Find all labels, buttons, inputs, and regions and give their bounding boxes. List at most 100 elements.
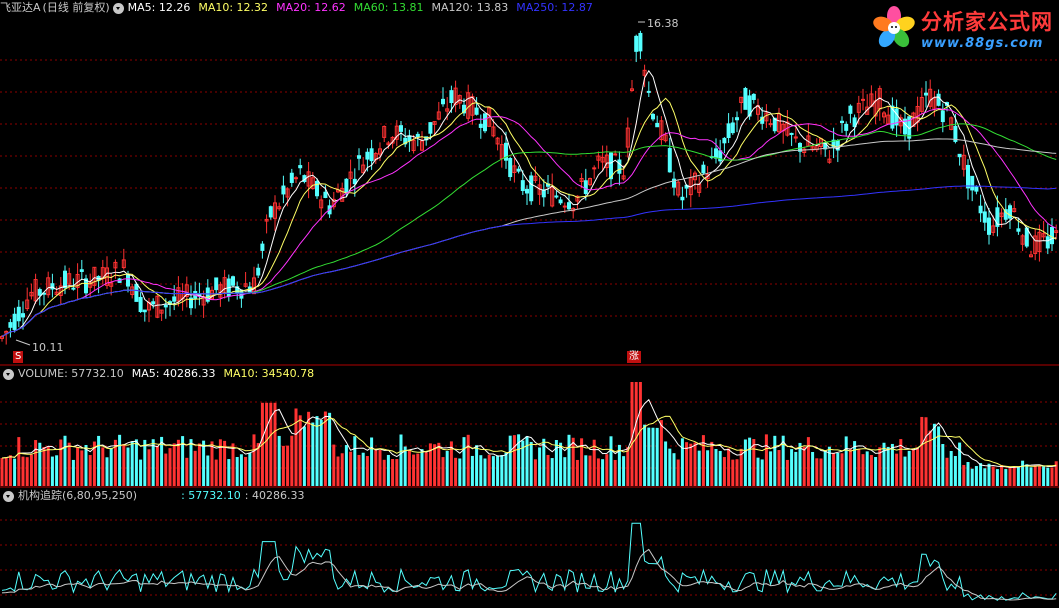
- candle-body: [638, 32, 643, 52]
- volume-bar: [290, 435, 294, 486]
- period-label: (日线 前复权): [42, 1, 110, 14]
- candle-body: [142, 309, 147, 313]
- volume-bar: [1029, 467, 1033, 486]
- volume-bar: [403, 446, 407, 486]
- candle-body: [701, 164, 706, 174]
- candle-body: [940, 110, 945, 123]
- candle-body: [12, 313, 17, 330]
- volume-bar: [395, 459, 399, 486]
- volume-bar: [265, 402, 269, 486]
- volume-bar: [697, 450, 701, 486]
- candle-body: [289, 172, 294, 183]
- candle-body: [260, 243, 265, 251]
- volume-bar: [588, 455, 592, 486]
- volume-bar: [445, 450, 449, 486]
- volume-bar: [344, 445, 348, 486]
- volume-bar: [189, 439, 193, 486]
- volume-bar: [231, 443, 235, 486]
- volume-bar: [462, 437, 466, 486]
- candle-body: [667, 148, 672, 173]
- volume-bar: [399, 434, 403, 486]
- volume-bar: [538, 447, 542, 486]
- candle-body: [16, 306, 21, 322]
- volume-bar: [676, 459, 680, 486]
- volume-bar: [504, 452, 508, 486]
- volume-bar: [991, 466, 995, 486]
- volume-bar: [634, 382, 638, 486]
- volume-bar: [227, 459, 231, 486]
- volume-bar: [210, 441, 214, 486]
- volume-bar: [710, 441, 714, 486]
- volume-bar: [71, 459, 75, 486]
- volume-bar: [953, 456, 957, 486]
- ma-label-2: MA20: 12.62: [276, 1, 346, 14]
- volume-bar: [962, 464, 966, 486]
- volume-bar: [979, 463, 983, 486]
- candle-body: [634, 35, 639, 52]
- volume-bar: [353, 436, 357, 486]
- volume-bar: [1037, 465, 1041, 486]
- candle-body: [714, 148, 718, 159]
- candle-body: [613, 153, 618, 156]
- candle-body: [399, 125, 403, 132]
- candle-body: [840, 120, 844, 124]
- volume-bar: [512, 435, 516, 486]
- candle-body: [415, 133, 420, 138]
- volume-bar: [869, 455, 873, 486]
- price-header: 飞亚达A (日线 前复权) MA5: 12.26 MA10: 12.32 MA20:…: [0, 0, 601, 16]
- volume-bar: [42, 447, 46, 486]
- low-pointer: [15, 339, 31, 346]
- stock-chart[interactable]: [0, 0, 1059, 608]
- volume-bar: [643, 424, 647, 486]
- candle-body: [8, 322, 13, 328]
- volume-bar: [777, 450, 781, 486]
- volume-bar: [59, 439, 63, 486]
- volume-bar: [790, 449, 794, 486]
- candle-body: [37, 289, 42, 296]
- volume-bar: [328, 412, 332, 486]
- volume-bar: [248, 452, 252, 486]
- volume-bar: [853, 441, 857, 486]
- volume-bar: [378, 449, 382, 486]
- candle-body: [957, 153, 962, 158]
- indicator-value1: : 57732.10: [181, 489, 241, 502]
- volume-bar: [4, 457, 8, 486]
- candle-body: [978, 205, 983, 214]
- volume-bar: [76, 447, 80, 486]
- indicator-dropdown-icon[interactable]: [3, 490, 14, 502]
- volume-bar: [655, 427, 659, 486]
- volume-bar: [1025, 464, 1029, 486]
- volume-bar: [277, 435, 281, 486]
- volume-bar: [861, 454, 865, 486]
- candle-body: [172, 296, 177, 302]
- candle-body: [441, 98, 445, 105]
- volume-bar: [176, 439, 180, 486]
- brand-name: 分析家公式网: [921, 9, 1053, 34]
- volume-bar: [214, 459, 218, 486]
- flower-logo-icon: [873, 6, 915, 48]
- candle-body: [722, 137, 727, 144]
- volume-bar: [34, 440, 38, 486]
- volume-bar: [63, 435, 67, 486]
- volume-bar: [416, 453, 420, 486]
- volume-bar: [659, 420, 663, 486]
- volume-bar: [239, 454, 243, 486]
- candle-body: [646, 90, 651, 93]
- volume-title: VOLUME: 57732.10: [18, 367, 124, 380]
- candle-body: [516, 168, 521, 172]
- volume-bar: [714, 448, 718, 486]
- volume-bar: [361, 452, 365, 486]
- volume-bar: [197, 443, 201, 486]
- volume-bar: [651, 427, 655, 486]
- volume-bar: [0, 458, 4, 486]
- volume-bar: [932, 423, 936, 486]
- volume-bar: [109, 447, 113, 486]
- volume-bar: [302, 426, 306, 486]
- candle-body: [256, 267, 261, 276]
- candle-body: [163, 304, 168, 308]
- volume-bar: [773, 435, 777, 486]
- volume-dropdown-icon[interactable]: [3, 368, 14, 380]
- volume-bar: [567, 434, 571, 486]
- dropdown-icon[interactable]: [112, 2, 124, 14]
- volume-bar: [491, 456, 495, 486]
